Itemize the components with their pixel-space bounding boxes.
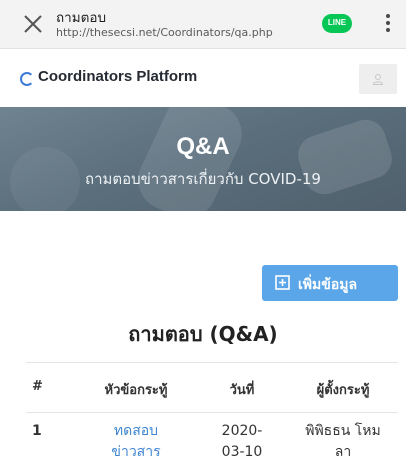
row-number: 1 [32, 423, 42, 439]
date-line-2: 03-10 [221, 444, 263, 460]
topic-line-2[interactable]: ข่าวสาร [82, 442, 190, 463]
col-header-number: # [32, 379, 43, 394]
address-url[interactable]: http://thesecsi.net/Coordinators/qa.php [56, 26, 273, 39]
table-header: # หัวข้อกระทู้ วันที่ ผู้ตั้งกระทู้ [26, 363, 398, 413]
row-author: พิพิธธน โหม ลา [288, 421, 398, 463]
date-line-1: 2020- [221, 423, 263, 439]
ring-logo-icon [20, 72, 34, 86]
qa-table: # หัวข้อกระทู้ วันที่ ผู้ตั้งกระทู้ 1 ทด… [26, 362, 398, 475]
tab-title: ถามตอบ [56, 10, 107, 26]
user-icon [372, 74, 384, 85]
brand-title[interactable]: Coordinators Platform [38, 68, 197, 85]
browser-toolbar: ถามตอบ http://thesecsi.net/Coordinators/… [0, 0, 406, 49]
hero-subtitle: ถามตอบข่าวสารเกี่ยวกับ COVID-19 [85, 170, 321, 188]
hero-title: Q&A [176, 133, 230, 160]
topic-line-1[interactable]: ทดสอบ [82, 421, 190, 442]
user-menu-button[interactable] [359, 64, 397, 94]
hero-banner: Q&A ถามตอบข่าวสารเกี่ยวกับ COVID-19 [0, 107, 406, 211]
section-title: ถามตอบ (Q&A) [128, 322, 278, 346]
plus-square-icon [275, 275, 290, 290]
col-header-author: ผู้ตั้งกระทู้ [316, 383, 370, 398]
row-date: 2020- 03-10 [196, 421, 288, 463]
table-row: 1 ทดสอบ ข่าวสาร 2020- 03-10 พิพิธธน โหม … [26, 413, 398, 475]
add-data-button[interactable]: เพิ่มข้อมูล [262, 265, 398, 301]
kebab-menu-icon[interactable] [384, 14, 392, 34]
author-line-2: ลา [334, 444, 352, 460]
add-data-label: เพิ่มข้อมูล [298, 277, 358, 293]
col-header-topic: หัวข้อกระทู้ [104, 383, 168, 398]
site-navbar: Coordinators Platform [0, 49, 406, 107]
col-header-date: วันที่ [229, 383, 255, 398]
topic-link[interactable]: ทดสอบ ข่าวสาร [82, 421, 190, 463]
close-icon[interactable] [22, 13, 44, 35]
author-line-1: พิพิธธน โหม [305, 423, 381, 439]
line-share-button[interactable]: LINE [322, 14, 352, 33]
line-badge-label: LINE [327, 18, 347, 27]
